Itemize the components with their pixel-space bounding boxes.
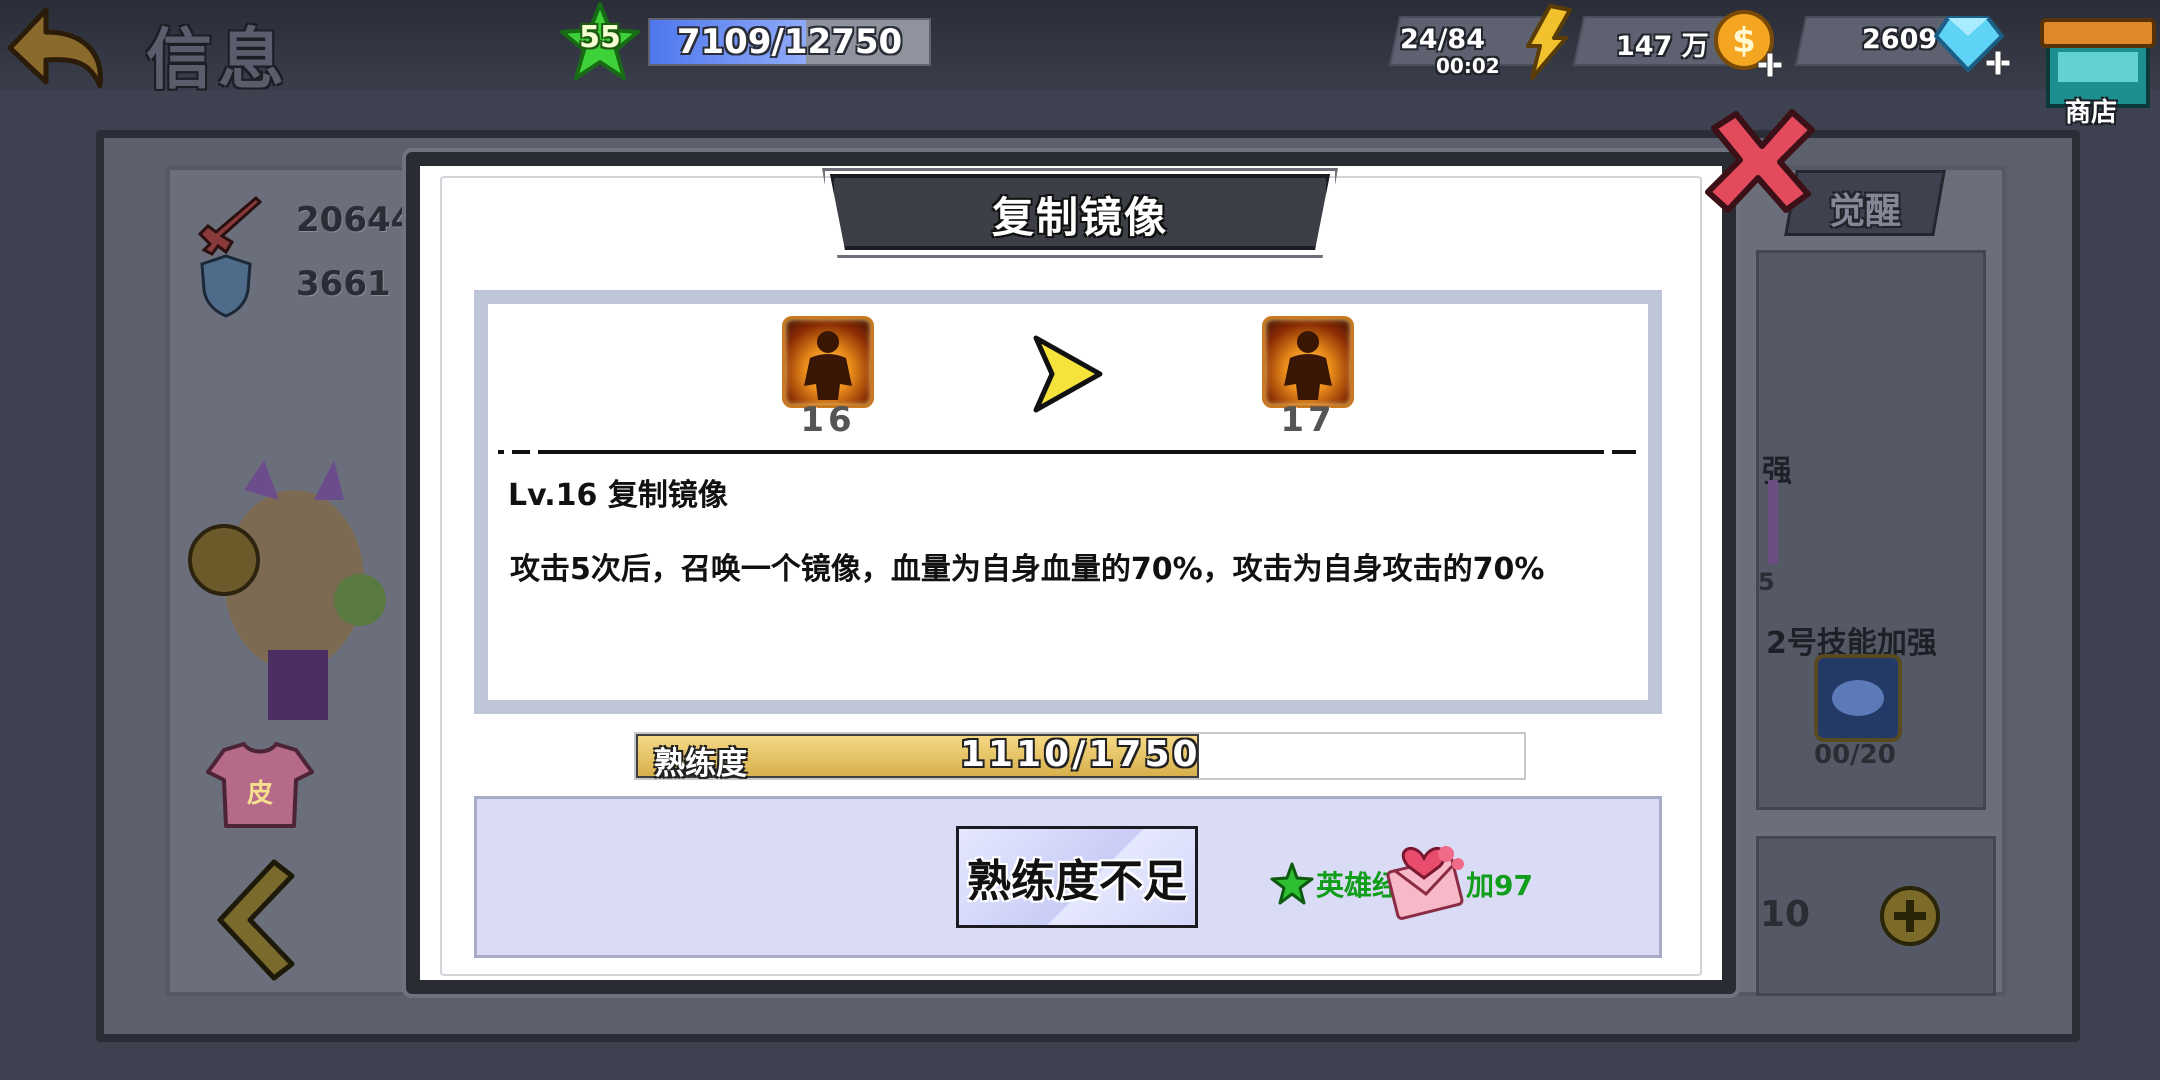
gold-coin-add-icon[interactable]: $: [1710, 6, 1786, 82]
close-icon[interactable]: [1700, 106, 1820, 216]
shop-label: 商店: [2064, 98, 2117, 128]
xp-bar: 7109/12750: [648, 18, 931, 66]
green-star-icon: [1270, 862, 1314, 905]
divider: [498, 450, 1636, 454]
diamond-add-icon[interactable]: [1934, 8, 2014, 80]
page-title: 信息: [146, 21, 290, 98]
divider-gap: [1604, 450, 1612, 454]
proficiency-label: 熟练度: [654, 746, 747, 782]
top-bar: 信息 55 7109/12750 24/84 00:02 147 万 $ 260…: [0, 0, 2160, 128]
stamina-timer: 00:02: [1436, 54, 1500, 78]
back-arrow-icon[interactable]: [0, 0, 110, 92]
reward-text-suffix: 加97: [1466, 869, 1533, 902]
svg-text:$: $: [1732, 21, 1756, 61]
plus-icon[interactable]: [1878, 884, 1942, 948]
xp-text: 7109/12750: [676, 22, 903, 62]
gems-text: 2609: [1862, 24, 1938, 55]
current-skill-level: 16: [800, 400, 856, 440]
skill-description: 攻击5次后，召唤一个镜像，血量为自身血量的70%，攻击为自身攻击的70%: [510, 552, 1545, 587]
envelope-heart-icon[interactable]: [1384, 836, 1474, 920]
mirror-silhouette-icon: [1284, 331, 1332, 400]
skill-heading: Lv.16 复制镜像: [508, 478, 728, 513]
proficiency-value: 1110/1750: [960, 734, 1201, 775]
skill-icon-partial: [1768, 480, 1778, 564]
attack-value: 20644: [296, 200, 415, 240]
next-skill-level: 17: [1280, 400, 1336, 440]
divider-gap: [530, 450, 538, 454]
arrow-right-icon: [1033, 335, 1103, 413]
lightning-icon[interactable]: [1520, 4, 1574, 80]
skill2-icon[interactable]: [1814, 654, 1902, 742]
hero-portrait: [188, 460, 386, 720]
skill2-progress: 00/20: [1814, 740, 1896, 770]
player-level: 55: [579, 20, 621, 55]
costume-label: 皮: [247, 779, 273, 809]
divider-gap: [504, 450, 512, 454]
stamina-text: 24/84: [1400, 24, 1486, 55]
sword-icon: [197, 195, 263, 256]
modal-title: 复制镜像: [991, 193, 1168, 242]
defense-value: 3661: [296, 264, 391, 304]
gold-text: 147 万: [1616, 31, 1709, 62]
mirror-silhouette-icon: [804, 331, 852, 400]
costume-icon[interactable]: 皮: [204, 740, 316, 830]
right-value: 10: [1760, 894, 1811, 935]
shield-icon: [200, 254, 252, 318]
small-count: 5: [1758, 568, 1775, 596]
prev-arrow-icon[interactable]: [214, 858, 296, 982]
upgrade-button[interactable]: 熟练度不足: [956, 826, 1198, 928]
